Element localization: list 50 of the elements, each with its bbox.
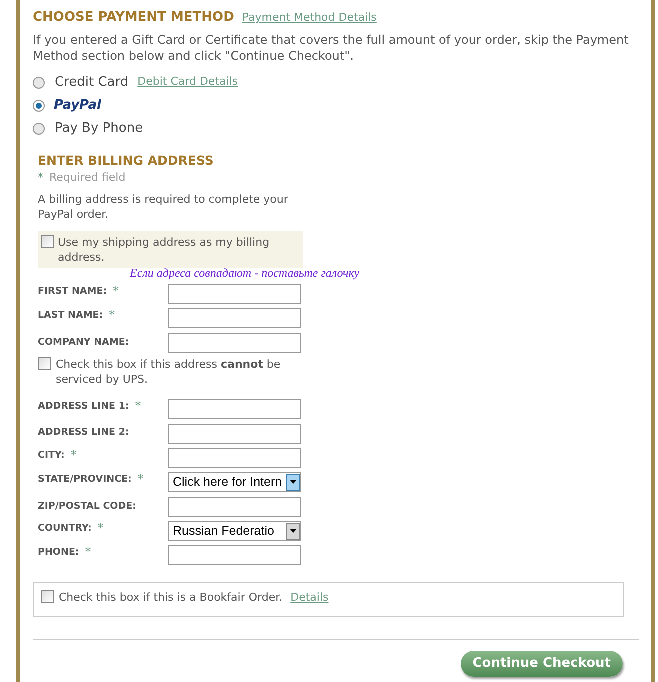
option-label: Credit Card bbox=[55, 74, 129, 92]
dropdown[interactable]: Click here for Intern bbox=[168, 472, 301, 492]
hint-text: Если адреса совпадают - поставьте галочку bbox=[130, 266, 360, 280]
field-label: COMPANY NAME: bbox=[38, 336, 130, 350]
payment-note: If you entered a Gift Card or Certificate that covers the full amount of your order, skip the Payment Method section below and click "Continue Checkout". bbox=[33, 32, 630, 64]
section-title: ENTER BILLING ADDRESS bbox=[38, 152, 215, 170]
input-field[interactable] bbox=[168, 496, 301, 517]
required-mark: * bbox=[138, 471, 144, 488]
radio-button[interactable] bbox=[33, 76, 45, 88]
field-label: ADDRESS LINE 2: bbox=[38, 426, 130, 440]
checkbox-label: Check this box if this is a Bookfair Order. bbox=[59, 590, 283, 606]
field-label: ADDRESS LINE 1: bbox=[38, 400, 130, 414]
checkbox-label: Check this box if this address cannot be serviced by UPS. bbox=[56, 356, 282, 387]
input-field[interactable] bbox=[168, 424, 301, 444]
field-label: STATE/PROVINCE: bbox=[38, 473, 132, 488]
field-label: PHONE: bbox=[38, 546, 80, 560]
field-label: LAST NAME: bbox=[38, 309, 104, 324]
required-mark: * bbox=[38, 170, 44, 186]
dropdown[interactable]: Russian Federatio bbox=[168, 521, 301, 542]
checkbox[interactable] bbox=[41, 234, 54, 248]
required-mark: * bbox=[85, 544, 92, 562]
input-field[interactable] bbox=[168, 399, 301, 420]
input-field[interactable] bbox=[168, 332, 301, 353]
field-label: CITY: bbox=[38, 448, 65, 463]
details-link[interactable]: Debit Card Details bbox=[138, 74, 238, 91]
field-label: COUNTRY: bbox=[38, 522, 92, 536]
details-link[interactable]: Details bbox=[290, 590, 329, 606]
continue-button[interactable]: Continue Checkout bbox=[460, 650, 623, 677]
checkbox[interactable] bbox=[41, 590, 54, 603]
required-note: Required field bbox=[50, 170, 126, 186]
billing-note: A billing address is required to complete your PayPal order. bbox=[38, 192, 290, 222]
radio-button[interactable] bbox=[33, 122, 45, 134]
details-link[interactable]: Payment Method Details bbox=[242, 10, 377, 26]
input-field[interactable] bbox=[168, 308, 301, 328]
input-field[interactable] bbox=[168, 448, 301, 468]
field-label: FIRST NAME: bbox=[38, 284, 108, 299]
radio-button[interactable] bbox=[33, 100, 45, 112]
section-title: CHOOSE PAYMENT METHOD bbox=[33, 9, 234, 27]
checkbox[interactable] bbox=[38, 356, 51, 370]
input-field[interactable] bbox=[168, 284, 301, 304]
required-mark: * bbox=[98, 520, 104, 538]
field-label: ZIP/POSTAL CODE: bbox=[38, 500, 136, 514]
required-mark: * bbox=[113, 282, 120, 300]
checkbox-label: Use my shipping address as my billing address. bbox=[58, 234, 271, 265]
option-label: Pay By Phone bbox=[55, 120, 144, 138]
required-mark: * bbox=[135, 398, 142, 416]
input-field[interactable] bbox=[168, 545, 301, 566]
required-mark: * bbox=[109, 307, 116, 324]
required-mark: * bbox=[70, 446, 77, 464]
paypal-logo: PayPal bbox=[54, 96, 102, 115]
